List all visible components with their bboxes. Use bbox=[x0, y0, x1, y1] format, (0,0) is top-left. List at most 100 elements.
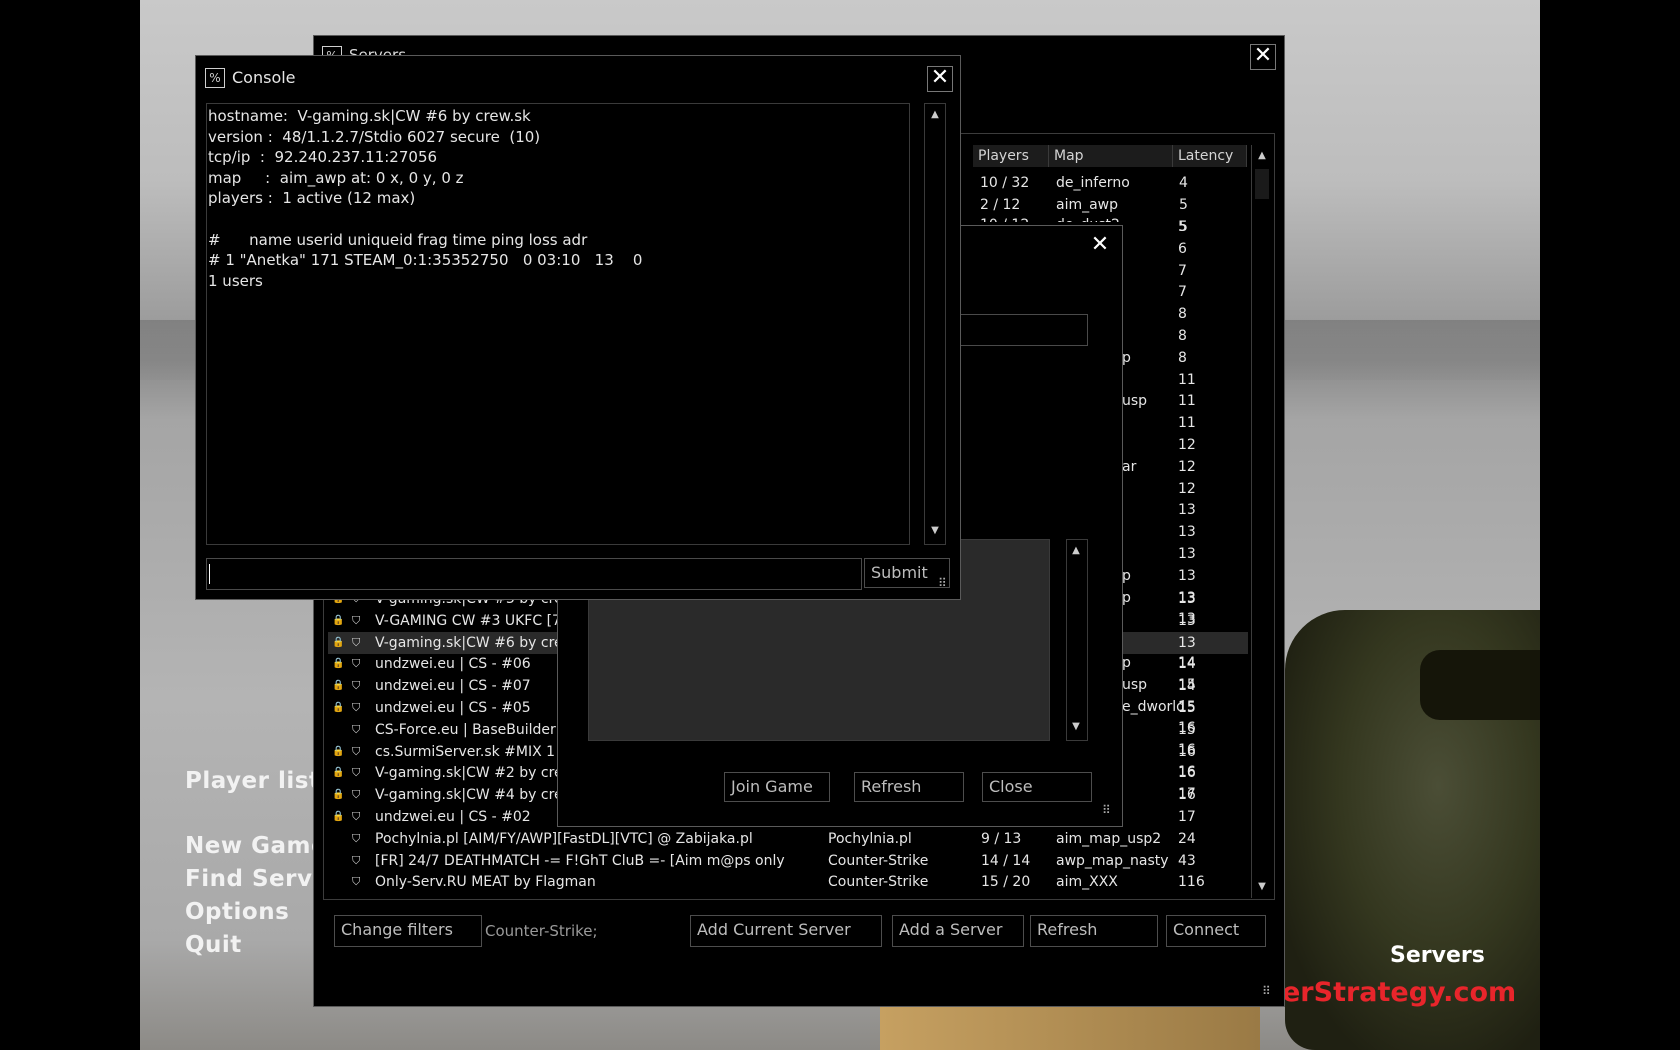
vac-shield-icon: ⛉ bbox=[352, 766, 361, 780]
vac-shield-icon: ⛉ bbox=[352, 875, 361, 889]
table-cell-latency: 13 bbox=[1178, 591, 1196, 607]
column-header-players[interactable]: Players bbox=[973, 145, 1049, 167]
text-cursor bbox=[209, 564, 210, 584]
column-header-map[interactable]: Map bbox=[1049, 145, 1173, 167]
table-cell-map: p bbox=[1122, 349, 1131, 366]
password-field[interactable] bbox=[958, 314, 1088, 346]
info-close-button[interactable]: Close bbox=[982, 772, 1092, 802]
table-cell-players: 9 / 13 bbox=[981, 830, 1022, 847]
table-cell-latency: 11 bbox=[1178, 415, 1196, 432]
table-row[interactable]: ⛉ Pochylnia.pl [AIM/FY/AWP][FastDL][VTC] … bbox=[328, 828, 1248, 850]
table-cell-latency: 8 bbox=[1178, 349, 1187, 366]
console-close-icon[interactable]: ✕ bbox=[927, 66, 953, 92]
scroll-down-icon[interactable]: ▼ bbox=[926, 522, 944, 540]
table-cell-latency: 6 bbox=[1178, 240, 1187, 257]
join-game-button[interactable]: Join Game bbox=[724, 772, 830, 802]
table-cell: 10 / 32 bbox=[980, 175, 1030, 191]
table-cell-map: aim_XXX bbox=[1056, 874, 1118, 891]
vac-shield-icon: ⛉ bbox=[352, 679, 361, 693]
change-filters-button[interactable]: Change filters bbox=[334, 915, 482, 947]
lock-icon: 🔒 bbox=[332, 614, 344, 626]
servers-close-icon[interactable]: ✕ bbox=[1250, 44, 1276, 70]
table-cell-latency: 13 bbox=[1178, 612, 1196, 629]
table-cell: de_inferno bbox=[1056, 175, 1130, 191]
vac-shield-icon: ⛉ bbox=[352, 853, 361, 867]
connect-button[interactable]: Connect bbox=[1166, 915, 1266, 947]
console-line: # 1 "Anetka" 171 STEAM_0:1:35352750 0 03… bbox=[208, 251, 643, 270]
info-refresh-button[interactable]: Refresh bbox=[854, 772, 964, 802]
table-cell-latency: 5 bbox=[1178, 219, 1187, 235]
server-list-scrollbar[interactable]: ▲ ▼ bbox=[1251, 145, 1272, 898]
table-cell-latency: 14 bbox=[1178, 656, 1196, 673]
website-text: erStrategy.com bbox=[1282, 977, 1517, 1008]
table-cell-name: Only-Serv.RU MEAT by Flagman bbox=[375, 874, 596, 891]
table-cell-name: Pochylnia.pl [AIM/FY/AWP][FastDL][VTC] @… bbox=[375, 830, 753, 847]
scroll-up-icon[interactable]: ▲ bbox=[1253, 147, 1271, 165]
table-cell-latency: 11 bbox=[1178, 393, 1196, 410]
info-scrollbar[interactable]: ▲ ▼ bbox=[1066, 539, 1088, 741]
console-input[interactable] bbox=[206, 558, 862, 590]
console-line: 1 users bbox=[208, 271, 263, 290]
vac-shield-icon: ⛉ bbox=[352, 722, 361, 736]
table-row[interactable]: ⛉ Only-Serv.RU MEAT by Flagman Counter-Str… bbox=[328, 871, 1248, 893]
vac-shield-icon: ⛉ bbox=[352, 635, 361, 649]
menu-new-game[interactable]: New Game bbox=[185, 833, 327, 859]
table-cell: de_dust2 bbox=[1056, 214, 1120, 222]
weapon-barrel-image bbox=[1420, 650, 1540, 720]
filter-summary-text: Counter-Strike; bbox=[485, 922, 598, 940]
table-cell-latency: 17 bbox=[1178, 809, 1196, 825]
table-cell-latency: 13 bbox=[1178, 567, 1196, 584]
table-cell-game: Pochylnia.pl bbox=[828, 830, 912, 847]
vac-shield-icon: ⛉ bbox=[352, 744, 361, 758]
resize-grip-icon[interactable]: ⠿ bbox=[1262, 985, 1276, 999]
scroll-up-icon[interactable]: ▲ bbox=[926, 106, 944, 124]
table-cell: 4 bbox=[1179, 175, 1188, 191]
scroll-thumb[interactable] bbox=[1255, 169, 1269, 199]
table-cell-latency: 12 bbox=[1178, 458, 1196, 475]
table-cell-latency: 13 bbox=[1178, 634, 1196, 651]
console-line: players : 1 active (12 max) bbox=[208, 189, 416, 208]
add-a-server-button[interactable]: Add a Server bbox=[892, 915, 1024, 947]
table-cell-latency: 16 bbox=[1178, 743, 1196, 760]
vac-shield-icon: ⛉ bbox=[352, 810, 361, 823]
console-line: tcp/ip : 92.240.237.11:27056 bbox=[208, 148, 438, 167]
resize-grip-icon[interactable]: ⠿ bbox=[1102, 804, 1116, 818]
table-cell-map: usp bbox=[1122, 393, 1148, 410]
console-line: # name userid uniqueid frag time ping lo… bbox=[208, 230, 588, 249]
table-cell-game: Counter-Strike bbox=[828, 874, 929, 891]
console-log: hostname: V-gaming.sk|CW #6 by crew.sk ve… bbox=[208, 106, 928, 291]
table-cell-latency: 116 bbox=[1178, 874, 1205, 891]
console-line: hostname: V-gaming.sk|CW #6 by crew.sk bbox=[208, 107, 531, 125]
menu-options[interactable]: Options bbox=[185, 899, 289, 925]
lock-icon: 🔒 bbox=[332, 636, 344, 648]
vac-shield-icon: ⛉ bbox=[352, 613, 361, 627]
table-row[interactable]: ⛉ [FR] 24/7 DEATHMATCH -= F!GhT CluB =- [… bbox=[328, 850, 1248, 872]
refresh-button[interactable]: Refresh bbox=[1030, 915, 1158, 947]
table-cell-latency: 14 bbox=[1178, 678, 1196, 695]
table-cell-latency: 11 bbox=[1178, 371, 1196, 388]
table-cell-players: 14 / 14 bbox=[981, 852, 1031, 869]
resize-grip-icon[interactable]: ⠿ bbox=[938, 577, 952, 591]
lock-icon: 🔒 bbox=[332, 745, 344, 757]
column-header-latency[interactable]: Latency bbox=[1173, 145, 1247, 167]
info-close-icon[interactable]: ✕ bbox=[1088, 234, 1112, 258]
table-cell-latency: 15 bbox=[1178, 721, 1196, 738]
table-cell: 5 bbox=[1179, 197, 1188, 213]
console-line: map : aim_awp at: 0 x, 0 y, 0 z bbox=[208, 168, 464, 187]
table-cell-game: Counter-Strike bbox=[828, 852, 929, 869]
menu-quit[interactable]: Quit bbox=[185, 932, 242, 958]
menu-player-list[interactable]: Player list bbox=[185, 768, 320, 794]
table-cell-latency: 16 bbox=[1178, 765, 1196, 782]
add-current-server-button[interactable]: Add Current Server bbox=[690, 915, 882, 947]
scroll-up-icon[interactable]: ▲ bbox=[1067, 542, 1085, 560]
scroll-down-icon[interactable]: ▼ bbox=[1253, 878, 1271, 896]
table-cell-latency: 16 bbox=[1178, 787, 1196, 804]
scroll-down-icon[interactable]: ▼ bbox=[1067, 718, 1085, 736]
table-cell-latency: 12 bbox=[1178, 437, 1196, 453]
table-cell-latency: 13 bbox=[1178, 502, 1196, 519]
lock-icon: 🔒 bbox=[332, 811, 344, 822]
vac-shield-icon: ⛉ bbox=[352, 701, 361, 714]
window-icon: % bbox=[205, 68, 225, 88]
table-cell-players: 15 / 20 bbox=[981, 874, 1031, 891]
